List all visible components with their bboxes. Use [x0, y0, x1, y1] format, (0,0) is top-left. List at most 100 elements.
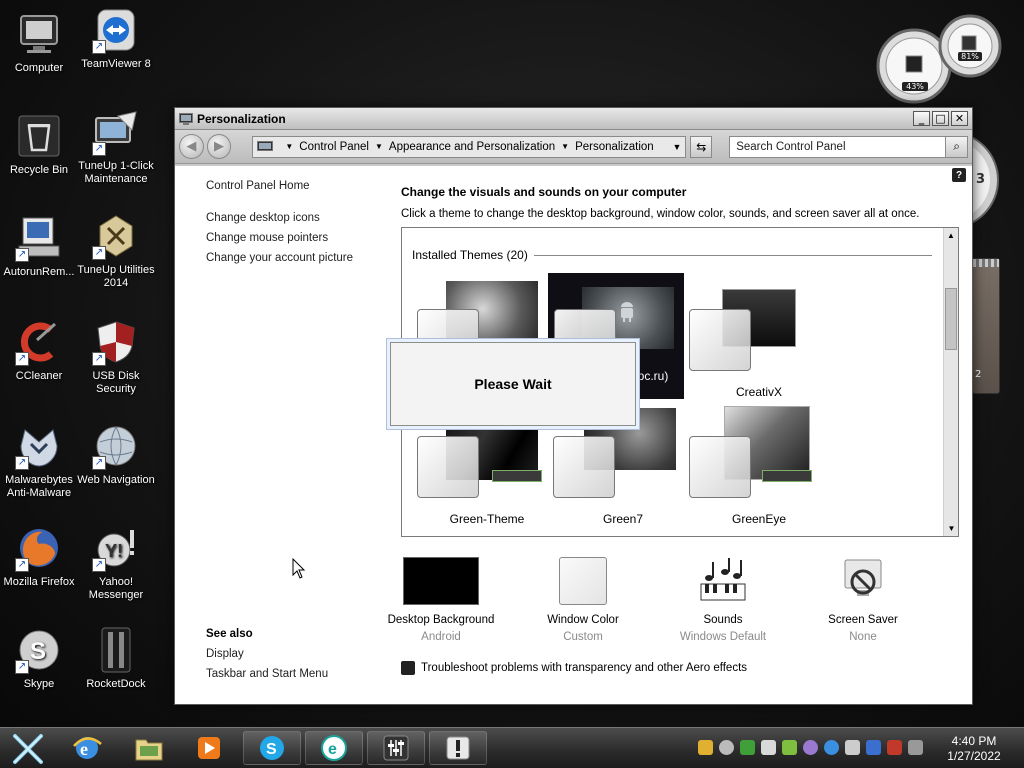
desktop-icon-label: Web Navigation — [77, 474, 155, 486]
eset-icon: e — [321, 735, 347, 761]
search-input[interactable]: Search Control Panel — [729, 135, 947, 158]
scroll-up-icon[interactable]: ▲ — [944, 228, 958, 243]
notes-gadget[interactable]: 2 — [972, 258, 1000, 394]
address-dropdown-icon[interactable]: ▼ — [673, 142, 682, 152]
theme-color-swatch — [689, 436, 751, 498]
theme-name: Green7 — [602, 512, 644, 526]
desktop-icon-ccleaner[interactable]: ↗ CCleaner — [0, 318, 78, 383]
breadcrumb-chevron-icon[interactable]: ▼ — [375, 142, 383, 151]
svg-text:S: S — [30, 638, 46, 665]
screen-saver-none-icon — [844, 559, 882, 596]
desktop-icon-teamviewer[interactable]: ↗ TeamViewer 8 — [77, 6, 155, 71]
search-button[interactable]: ⌕ — [946, 135, 968, 158]
breadcrumb-chevron-icon[interactable]: ▼ — [285, 142, 293, 151]
desktop-icon-web-navigation[interactable]: ↗ Web Navigation — [77, 422, 155, 487]
desktop-icon-tuneup-utilities[interactable]: ↗ TuneUp Utilities 2014 — [77, 212, 155, 290]
breadcrumb-personalization[interactable]: Personalization — [575, 141, 654, 153]
tray-torrent-icon[interactable] — [740, 740, 755, 755]
address-bar[interactable]: ▼ Control Panel ▼ Appearance and Persona… — [252, 135, 687, 158]
desktop-icon-recycle-bin[interactable]: Recycle Bin — [0, 112, 78, 177]
change-account-picture-link[interactable]: Change your account picture — [206, 252, 366, 264]
cpu-percent: 43% — [902, 82, 928, 91]
desktop-icon-malwarebytes[interactable]: ↗ Malwarebytes Anti-Malware — [0, 422, 78, 500]
back-arrow-icon: ◀ — [186, 139, 197, 154]
control-panel-home-link[interactable]: Control Panel Home — [206, 180, 366, 192]
breadcrumb-chevron-icon[interactable]: ▼ — [561, 142, 569, 151]
desktop-icon-tuneup-maintenance[interactable]: ↗ TuneUp 1-Click Maintenance — [77, 108, 155, 186]
taskbar-mixer[interactable] — [367, 731, 425, 765]
desktop-icon-label: CCleaner — [15, 370, 63, 382]
tray-app-icon[interactable] — [845, 740, 860, 755]
shortcut-arrow-icon: ↗ — [15, 248, 29, 262]
computer-icon — [20, 15, 58, 53]
help-button[interactable]: ? — [952, 168, 966, 182]
tray-app-icon[interactable] — [887, 740, 902, 755]
tray-app-icon[interactable] — [803, 740, 818, 755]
desktop-icon-rocketdock[interactable]: RocketDock — [77, 626, 155, 691]
minimize-button[interactable]: _ — [913, 111, 930, 126]
control-panel-icon — [257, 140, 274, 151]
scroll-down-icon[interactable]: ▼ — [944, 521, 958, 536]
change-desktop-icons-link[interactable]: Change desktop icons — [206, 212, 366, 224]
desktop-icon-firefox[interactable]: ↗ Mozilla Firefox — [0, 524, 78, 589]
screen-saver-value: None — [849, 631, 877, 643]
forward-button[interactable]: ▶ — [206, 134, 232, 159]
desktop-icon-label: AutorunRem... — [3, 266, 75, 278]
taskbar-alert-app[interactable] — [429, 731, 487, 765]
notes-binding — [973, 259, 999, 267]
cpu-meter-gadget[interactable]: 43% 81% — [874, 8, 1014, 107]
taskbar-clock[interactable]: 4:40 PM 1/27/2022 — [940, 734, 1008, 764]
troubleshoot-link[interactable]: Troubleshoot problems with transparency … — [401, 661, 747, 675]
desktop-background-item[interactable]: Desktop Background Android — [381, 556, 501, 643]
tray-network-icon[interactable] — [866, 740, 881, 755]
search-icon: ⌕ — [953, 139, 960, 153]
tray-app-icon[interactable] — [761, 740, 776, 755]
taskbar-start-menu-link[interactable]: Taskbar and Start Menu — [206, 668, 328, 680]
shortcut-arrow-icon: ↗ — [92, 558, 106, 572]
desktop-icon-autorunremover[interactable]: ↗ AutorunRem... — [0, 214, 78, 279]
start-button[interactable] — [6, 730, 50, 768]
change-mouse-pointers-link[interactable]: Change mouse pointers — [206, 232, 366, 244]
desktop-icon-computer[interactable]: Computer — [0, 10, 78, 75]
window-color-item[interactable]: Window Color Custom — [523, 556, 643, 643]
theme-color-swatch — [689, 309, 751, 371]
sounds-item[interactable]: Sounds Windows Default — [663, 556, 783, 643]
sounds-value: Windows Default — [679, 631, 767, 643]
display-link[interactable]: Display — [206, 648, 328, 660]
tray-app-icon[interactable] — [698, 740, 713, 755]
refresh-icon: ⇆ — [696, 139, 707, 154]
back-button[interactable]: ◀ — [179, 134, 204, 159]
svg-text:e: e — [80, 739, 88, 759]
taskbar-eset[interactable]: e — [305, 731, 363, 765]
tray-info-icon[interactable] — [824, 740, 839, 755]
shortcut-arrow-icon: ↗ — [15, 558, 29, 572]
tray-volume-icon[interactable] — [908, 740, 923, 755]
please-wait-text: Please Wait — [474, 376, 552, 392]
desktop-icon-yahoo-messenger[interactable]: Y! ↗ Yahoo! Messenger — [77, 524, 155, 602]
taskbar-skype[interactable]: S — [243, 731, 301, 765]
shortcut-arrow-icon: ↗ — [15, 456, 29, 470]
taskbar-file-explorer[interactable] — [120, 731, 178, 765]
title-bar[interactable]: Personalization _ □ ✕ — [175, 108, 972, 130]
refresh-button[interactable]: ⇆ — [690, 135, 713, 158]
taskbar-internet-explorer[interactable]: e — [58, 731, 116, 765]
scroll-thumb[interactable] — [945, 288, 957, 350]
themes-scrollbar[interactable]: ▲ ▼ — [943, 228, 958, 536]
screen-saver-item[interactable]: Screen Saver None — [803, 556, 923, 643]
desktop-background-value: Android — [421, 631, 461, 643]
theme-item-greeneye[interactable]: GreenEye — [684, 400, 834, 526]
tray-app-icon[interactable] — [782, 740, 797, 755]
close-button[interactable]: ✕ — [951, 111, 968, 126]
shortcut-arrow-icon: ↗ — [92, 142, 106, 156]
breadcrumb-control-panel[interactable]: Control Panel — [299, 141, 369, 153]
desktop-icon-label: Yahoo! Messenger — [88, 576, 144, 601]
taskbar-media-player[interactable] — [180, 731, 238, 765]
tray-app-icon[interactable] — [719, 740, 734, 755]
breadcrumb-appearance[interactable]: Appearance and Personalization — [389, 141, 555, 153]
theme-item-creativx[interactable]: CreativX — [684, 273, 834, 399]
theme-name: GreenEye — [731, 512, 787, 526]
desktop-icon-usb-disk-security[interactable]: ↗ USB Disk Security — [77, 318, 155, 396]
desktop-icon-skype[interactable]: S ↗ Skype — [0, 626, 78, 691]
svg-text:Y!: Y! — [105, 541, 123, 561]
maximize-button[interactable]: □ — [932, 111, 949, 126]
